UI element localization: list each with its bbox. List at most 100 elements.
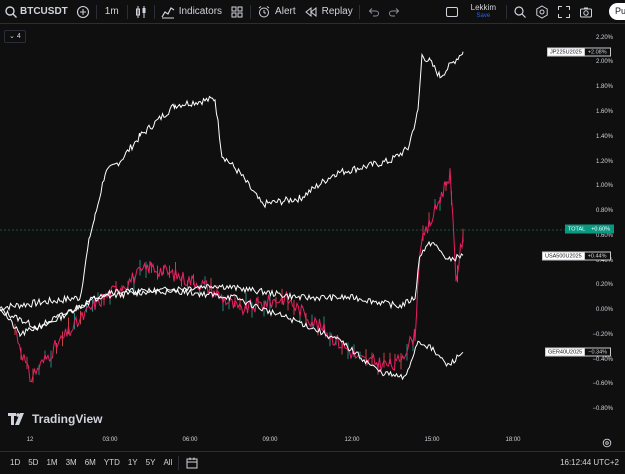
- redo-button[interactable]: [384, 0, 406, 23]
- range-1m[interactable]: 1M: [42, 458, 61, 467]
- publish-button[interactable]: Pu: [609, 3, 625, 20]
- chart-settings-button[interactable]: [602, 435, 612, 448]
- fullscreen-icon: [557, 5, 571, 19]
- legend-value: +2.08%: [584, 47, 611, 57]
- range-6m[interactable]: 6M: [81, 458, 100, 467]
- x-tick: 18:00: [505, 437, 521, 443]
- snapshot-button[interactable]: [575, 0, 597, 23]
- x-tick: 12: [26, 437, 34, 443]
- range-ytd[interactable]: YTD: [100, 458, 124, 467]
- layout-button[interactable]: [441, 0, 463, 23]
- undo-button[interactable]: [362, 0, 384, 23]
- redo-icon: [388, 5, 402, 19]
- divider: [358, 4, 360, 19]
- legend-total[interactable]: TOTAL +0.60%: [565, 224, 615, 234]
- interval-button[interactable]: 1m: [99, 0, 125, 23]
- save-status[interactable]: Save: [476, 12, 490, 21]
- divider: [506, 4, 507, 19]
- interval-label: 1m: [104, 6, 119, 17]
- range-3m[interactable]: 3M: [62, 458, 81, 467]
- calendar-icon: [185, 456, 199, 470]
- chart-canvas[interactable]: [0, 24, 625, 448]
- chart-type-button[interactable]: [130, 0, 152, 23]
- indicators-button[interactable]: Indicators: [157, 0, 226, 23]
- divider: [126, 4, 128, 19]
- timezone-clock[interactable]: 16:12:44 UTC+2: [560, 458, 619, 467]
- legend-name: USA500U2025: [542, 251, 585, 261]
- plus-circle-icon: [76, 5, 90, 19]
- compare-symbol-button[interactable]: [72, 0, 94, 23]
- legend-name: JP225U2025: [547, 47, 585, 57]
- bottom-toolbar: 1D 5D 1M 3M 6M YTD 1Y 5Y All 16:12:44 UT…: [0, 451, 625, 473]
- total-series-line: [14, 168, 464, 383]
- replay-label: Replay: [321, 6, 353, 17]
- legend-usa500[interactable]: USA500U2025 +0.44%: [542, 251, 611, 261]
- legend-ger40[interactable]: GER40U2025 −0.34%: [545, 347, 612, 357]
- alarm-clock-icon: [257, 5, 271, 19]
- divider: [95, 4, 97, 19]
- y-tick: 1.00%: [595, 183, 613, 189]
- range-all[interactable]: All: [159, 458, 176, 467]
- alert-button[interactable]: Alert: [253, 0, 300, 23]
- fullscreen-button[interactable]: [553, 0, 575, 23]
- tradingview-logo: TradingView: [8, 412, 102, 426]
- quick-search-button[interactable]: [509, 0, 531, 23]
- indicators-label: Indicators: [178, 6, 223, 17]
- undo-icon: [366, 5, 380, 19]
- legend-value: −0.34%: [585, 347, 612, 357]
- range-5d[interactable]: 5D: [24, 458, 42, 467]
- y-tick: 2.00%: [595, 59, 613, 65]
- jp225-series-line: [0, 51, 464, 311]
- y-tick: 0.00%: [595, 307, 613, 313]
- legend-value: +0.44%: [584, 251, 611, 261]
- range-5y[interactable]: 5Y: [142, 458, 160, 467]
- search-icon: [4, 5, 18, 19]
- y-tick: −0.40%: [592, 357, 613, 363]
- chevron-down-icon: ⌄: [9, 33, 15, 40]
- range-1y[interactable]: 1Y: [124, 458, 142, 467]
- y-tick: 1.60%: [595, 109, 613, 115]
- user-menu[interactable]: Lekkim Save: [463, 0, 504, 23]
- gear-icon: [535, 4, 549, 19]
- indicators-icon: [161, 5, 175, 19]
- usa500-series-line: [0, 240, 464, 331]
- layout-icon: [445, 5, 459, 19]
- legend-name: GER40U2025: [545, 347, 586, 357]
- tradingview-app: BTCUSDT 1m Indicators Alert Replay Lekki…: [0, 0, 625, 472]
- collapse-series-button[interactable]: ⌄ 4: [4, 30, 26, 43]
- gear-icon: [602, 435, 612, 452]
- templates-button[interactable]: [226, 0, 248, 23]
- divider: [153, 4, 155, 19]
- brand-label: TradingView: [32, 412, 103, 426]
- legend-value: +0.60%: [588, 224, 615, 234]
- symbol-search-button[interactable]: BTCUSDT: [0, 0, 72, 23]
- date-range-button[interactable]: [181, 451, 203, 474]
- top-toolbar: BTCUSDT 1m Indicators Alert Replay Lekki…: [0, 0, 625, 24]
- y-tick: −0.60%: [592, 381, 613, 387]
- replay-button[interactable]: Replay: [300, 0, 357, 23]
- symbol-label: BTCUSDT: [20, 6, 68, 17]
- collapse-count: 4: [16, 33, 21, 40]
- rewind-icon: [304, 5, 318, 19]
- legend-name: TOTAL: [565, 224, 589, 234]
- tradingview-logo-icon: [8, 413, 24, 425]
- candles: [14, 181, 464, 383]
- search-icon: [513, 5, 527, 19]
- y-tick: 0.80%: [595, 208, 613, 214]
- legend-jp225[interactable]: JP225U2025 +2.08%: [547, 47, 611, 57]
- user-name: Lekkim: [470, 2, 496, 12]
- y-tick: −0.80%: [592, 406, 613, 412]
- alert-label: Alert: [275, 6, 296, 17]
- x-tick: 15:00: [424, 437, 440, 443]
- camera-icon: [579, 5, 593, 19]
- y-tick: 1.40%: [595, 134, 613, 140]
- y-tick: 1.20%: [595, 159, 613, 165]
- x-tick: 09:00: [262, 437, 278, 443]
- divider: [250, 4, 252, 19]
- y-tick: 1.80%: [595, 84, 613, 90]
- settings-button[interactable]: [531, 0, 553, 23]
- range-1d[interactable]: 1D: [6, 458, 24, 467]
- x-tick: 12:00: [344, 437, 360, 443]
- candlestick-icon: [134, 5, 148, 19]
- y-tick: −0.20%: [592, 332, 613, 338]
